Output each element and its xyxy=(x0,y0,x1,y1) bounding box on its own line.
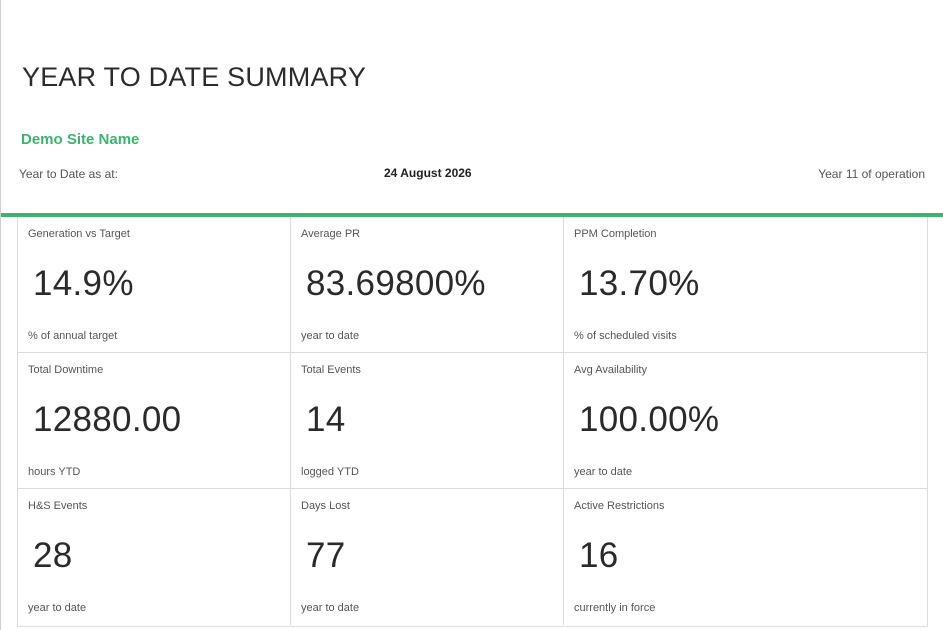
kpi-card-days-lost: Days Lost 77 year to date xyxy=(291,489,564,625)
kpi-caption: logged YTD xyxy=(301,466,359,478)
kpi-caption: year to date xyxy=(574,466,633,478)
kpi-caption: currently in force xyxy=(574,602,656,614)
kpi-value: 13.70% xyxy=(579,264,700,303)
summary-page: YEAR TO DATE SUMMARY Demo Site Name Year… xyxy=(0,0,943,630)
kpi-value: 77 xyxy=(306,536,346,575)
kpi-label: PPM Completion xyxy=(574,228,657,240)
kpi-caption: hours YTD xyxy=(28,466,81,478)
kpi-caption: % of annual target xyxy=(28,330,118,342)
kpi-label: Total Downtime xyxy=(28,364,104,376)
site-name: Demo Site Name xyxy=(21,131,140,148)
kpi-value: 12880.00 xyxy=(33,400,182,439)
kpi-caption: % of scheduled visits xyxy=(574,330,677,342)
kpi-label: Generation vs Target xyxy=(28,228,130,240)
kpi-label: H&S Events xyxy=(28,500,88,512)
as-at-label: Year to Date as at: xyxy=(19,167,118,181)
kpi-caption: year to date xyxy=(301,602,360,614)
kpi-value: 83.69800% xyxy=(306,264,486,303)
kpi-label: Days Lost xyxy=(301,500,350,512)
kpi-label: Total Events xyxy=(301,364,361,376)
kpi-label: Avg Availability xyxy=(574,364,647,376)
operation-year: Year 11 of operation xyxy=(818,167,925,181)
kpi-value: 28 xyxy=(33,536,73,575)
kpi-caption: year to date xyxy=(301,330,360,342)
page-title: YEAR TO DATE SUMMARY xyxy=(22,62,367,92)
kpi-value: 14.9% xyxy=(33,264,134,303)
kpi-caption: year to date xyxy=(28,602,87,614)
kpi-card-average-pr: Average PR 83.69800% year to date xyxy=(291,217,564,353)
kpi-card-avg-availability: Avg Availability 100.00% year to date xyxy=(564,353,927,489)
as-at-date: 24 August 2026 xyxy=(384,166,472,180)
kpi-label: Average PR xyxy=(301,228,361,240)
kpi-card-ppm-completion: PPM Completion 13.70% % of scheduled vis… xyxy=(564,217,927,353)
kpi-card-total-downtime: Total Downtime 12880.00 hours YTD xyxy=(18,353,291,489)
kpi-card-active-restrictions: Active Restrictions 16 currently in forc… xyxy=(564,489,927,625)
kpi-value: 14 xyxy=(306,400,346,439)
kpi-value: 16 xyxy=(579,536,619,575)
kpi-grid: Generation vs Target 14.9% % of annual t… xyxy=(17,217,928,627)
kpi-label: Active Restrictions xyxy=(574,500,665,512)
kpi-card-generation-vs-target: Generation vs Target 14.9% % of annual t… xyxy=(18,217,291,353)
kpi-card-hs-events: H&S Events 28 year to date xyxy=(18,489,291,625)
as-at-row: Year to Date as at: 24 August 2026 Year … xyxy=(19,165,925,183)
kpi-card-total-events: Total Events 14 logged YTD xyxy=(291,353,564,489)
kpi-value: 100.00% xyxy=(579,400,720,439)
